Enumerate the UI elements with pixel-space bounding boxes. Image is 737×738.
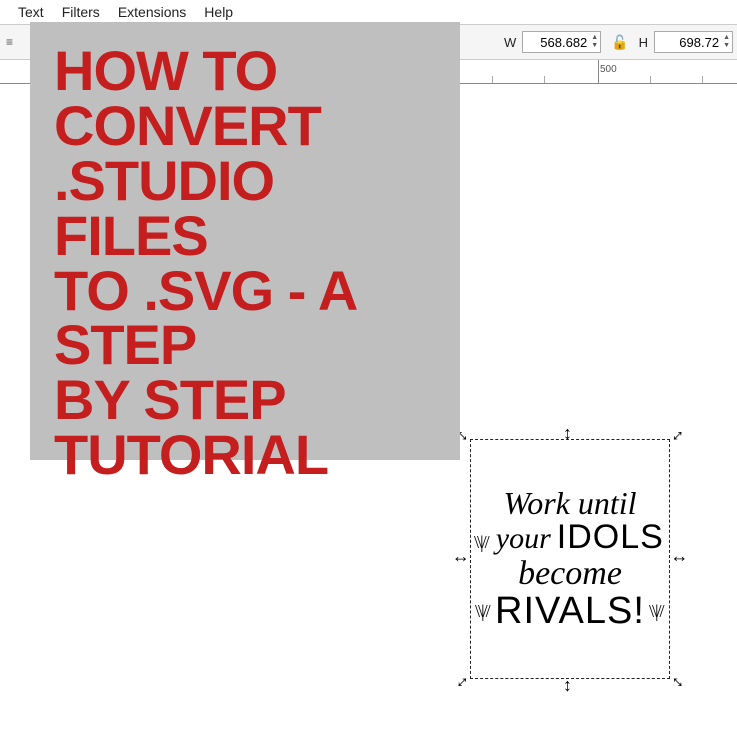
ruler-tick: 500 xyxy=(600,64,617,75)
width-label: W xyxy=(504,35,516,50)
resize-handle-bl-icon[interactable]: ↕ xyxy=(452,673,471,692)
width-input[interactable] xyxy=(525,34,589,51)
artwork-line2-right: IDOLS xyxy=(557,520,664,556)
tutorial-title: HOW TO CONVERT .STUDIO FILES TO .SVG - A… xyxy=(54,44,436,483)
menu-extensions[interactable]: Extensions xyxy=(118,4,186,20)
resize-handle-top-icon[interactable]: ↕ xyxy=(563,424,572,442)
align-icon[interactable]: ≡ xyxy=(6,35,13,49)
artwork-line4: RIVALS! xyxy=(495,592,645,632)
selection-box[interactable]: ↕ ↕ ↕ ↕ ↕ ↕ ↕ ↕ Work until \\|// your ID… xyxy=(470,439,670,679)
width-down-icon[interactable]: ▼ xyxy=(591,42,598,50)
height-label: H xyxy=(639,35,648,50)
menu-text[interactable]: Text xyxy=(18,4,44,20)
tutorial-overlay: HOW TO CONVERT .STUDIO FILES TO .SVG - A… xyxy=(30,22,460,460)
ruler-minor-line xyxy=(544,76,545,84)
width-spinbox[interactable]: ▲ ▼ xyxy=(522,31,601,53)
height-down-icon[interactable]: ▼ xyxy=(723,42,730,50)
height-input[interactable] xyxy=(657,34,721,51)
menu-bar: Text Filters Extensions Help xyxy=(0,0,737,24)
ray-left-icon: \\|// xyxy=(477,602,491,621)
resize-handle-bottom-icon[interactable]: ↕ xyxy=(563,676,572,694)
resize-handle-left-icon[interactable]: ↕ xyxy=(451,555,469,564)
artwork-line1: Work until xyxy=(503,487,636,521)
ray-left-icon: \\|// xyxy=(476,533,490,552)
resize-handle-right-icon[interactable]: ↕ xyxy=(672,555,690,564)
height-spinbox[interactable]: ▲ ▼ xyxy=(654,31,733,53)
menu-filters[interactable]: Filters xyxy=(62,4,100,20)
resize-handle-br-icon[interactable]: ↕ xyxy=(669,673,688,692)
ruler-minor-line xyxy=(492,76,493,84)
ruler-minor-line xyxy=(650,76,651,84)
resize-handle-tr-icon[interactable]: ↕ xyxy=(669,425,688,444)
artwork-line2-left: your xyxy=(496,523,551,555)
ruler-minor-line xyxy=(702,76,703,84)
ruler-major-line xyxy=(598,60,599,84)
lock-icon[interactable]: 🔓 xyxy=(607,34,632,51)
height-up-icon[interactable]: ▲ xyxy=(723,34,730,42)
menu-help[interactable]: Help xyxy=(204,4,233,20)
width-up-icon[interactable]: ▲ xyxy=(591,34,598,42)
ray-right-icon: \\|// xyxy=(649,602,663,621)
artwork-object[interactable]: Work until \\|// your IDOLS become \\|//… xyxy=(477,446,663,672)
artwork-line3: become xyxy=(518,556,622,592)
